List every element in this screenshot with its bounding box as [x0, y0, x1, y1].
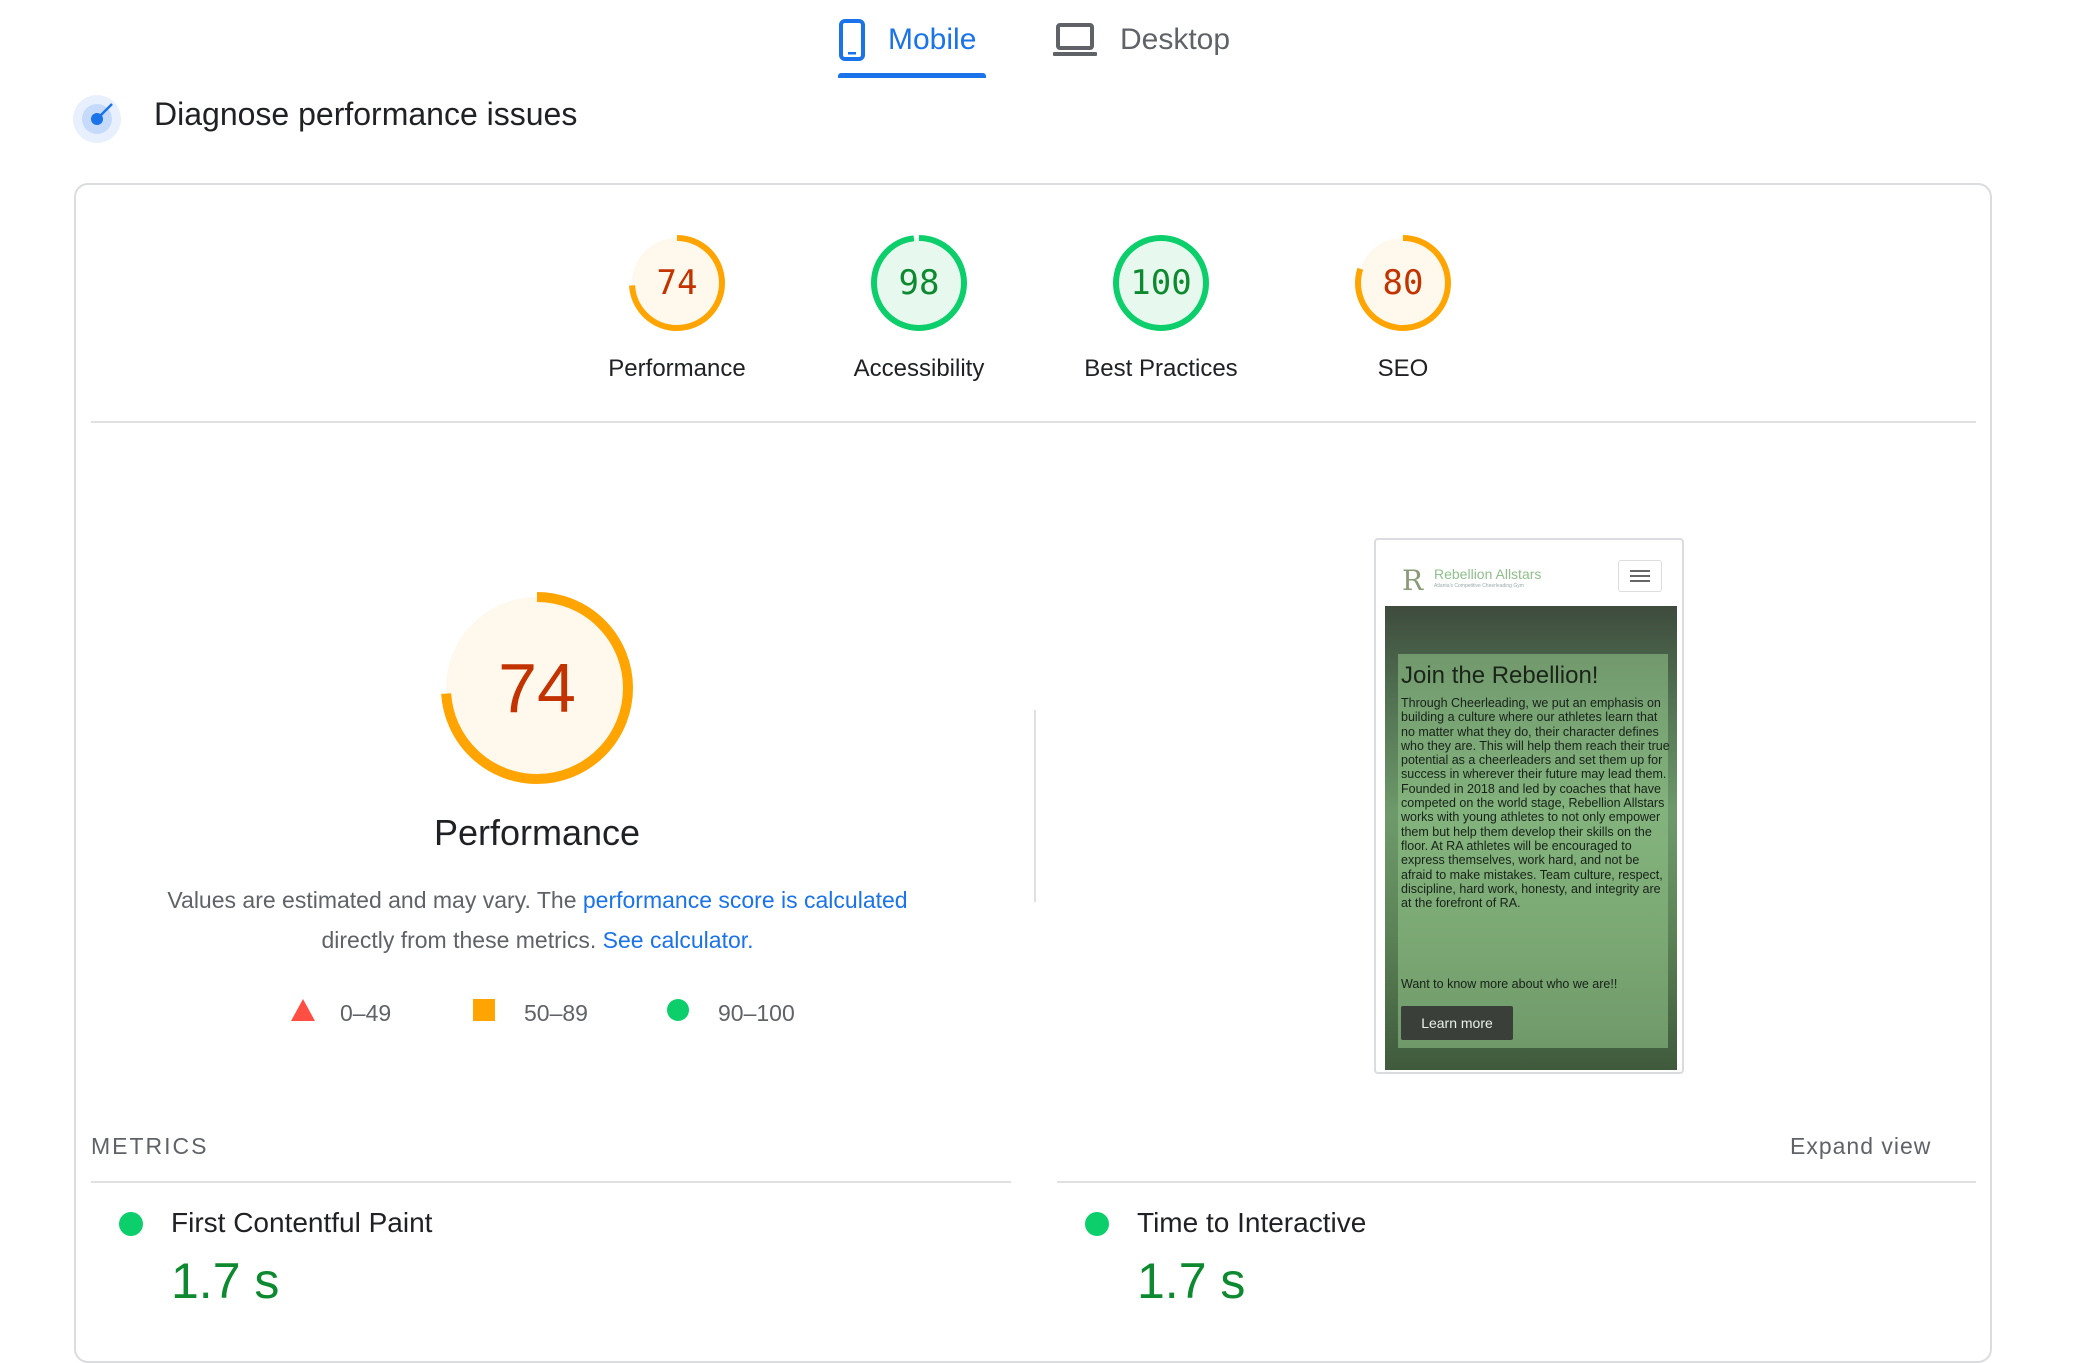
gauge-label-accessibility: Accessibility — [853, 355, 985, 382]
vertical-divider — [1034, 710, 1036, 902]
metric-value: 1.7 s — [1137, 1253, 1246, 1309]
gauge-score: 74 — [656, 263, 698, 303]
site-logo: R — [1402, 564, 1424, 597]
hero-body: Through Cheerleading, we put an emphasis… — [1401, 696, 1670, 911]
metric-value: 1.7 s — [171, 1253, 280, 1309]
site-brand-sub: Atlanta's Competitive Cheerleading Gym — [1434, 583, 1524, 589]
expand-view-toggle[interactable]: Expand view — [1790, 1133, 1931, 1160]
learn-more-button: Learn more — [1401, 1006, 1513, 1040]
divider — [91, 1181, 1011, 1183]
gauge-score: 98 — [898, 263, 940, 303]
gauge-best-practices[interactable]: 100 — [1111, 233, 1211, 333]
metrics-heading: METRICS — [91, 1133, 209, 1159]
laptop-icon — [1052, 22, 1098, 58]
active-tab-indicator — [838, 73, 986, 78]
circle-icon — [666, 998, 690, 1028]
performance-description: Values are estimated and may vary. The p… — [120, 880, 955, 960]
legend-range: 90–100 — [718, 999, 795, 1026]
gauge-label-performance: Performance — [608, 355, 746, 382]
gauge-score: 80 — [1382, 263, 1424, 303]
hero-heading: Join the Rebellion! — [1401, 662, 1599, 689]
legend-average: 50–89 — [472, 998, 588, 1028]
gauge-label-best-practices: Best Practices — [1084, 355, 1238, 382]
desc-text: directly from these metrics. — [321, 927, 603, 953]
square-icon — [472, 998, 496, 1028]
diagnose-icon — [72, 94, 122, 144]
tab-desktop[interactable]: Desktop — [1052, 0, 1230, 80]
triangle-icon — [290, 998, 316, 1028]
score-calculated-link[interactable]: performance score is calculated — [583, 887, 908, 913]
pass-circle-icon — [119, 1212, 143, 1236]
divider — [1057, 1181, 1976, 1183]
gauge-seo[interactable]: 80 — [1353, 233, 1453, 333]
gauge-performance[interactable]: 74 — [627, 233, 727, 333]
pass-circle-icon — [1085, 1212, 1109, 1236]
legend-range: 0–49 — [340, 999, 392, 1026]
page-screenshot-thumbnail[interactable]: R Rebellion Allstars Atlanta's Competiti… — [1374, 538, 1684, 1074]
gauge-score: 100 — [1130, 263, 1192, 303]
see-calculator-link[interactable]: See calculator. — [603, 927, 754, 953]
tab-mobile[interactable]: Mobile — [838, 0, 976, 80]
metric-name: Time to Interactive — [1137, 1207, 1367, 1238]
phone-icon — [838, 18, 866, 62]
divider — [91, 421, 1976, 423]
desc-text: Values are estimated and may vary. The — [167, 887, 583, 913]
performance-title: Performance — [433, 812, 641, 853]
performance-gauge-large: 74 — [437, 588, 637, 788]
legend-range: 50–89 — [524, 999, 588, 1026]
hero-question: Want to know more about who we are!! — [1401, 977, 1618, 991]
tab-mobile-label: Mobile — [888, 23, 977, 56]
section-title: Diagnose performance issues — [154, 96, 578, 132]
metric-name: First Contentful Paint — [171, 1207, 433, 1238]
legend-pass: 90–100 — [666, 998, 795, 1028]
hamburger-menu-icon — [1618, 560, 1662, 592]
legend-fail: 0–49 — [290, 998, 391, 1028]
performance-score: 74 — [498, 649, 576, 727]
gauge-accessibility[interactable]: 98 — [869, 233, 969, 333]
gauge-label-seo: SEO — [1377, 355, 1429, 382]
tab-desktop-label: Desktop — [1120, 23, 1231, 56]
site-brand: Rebellion Allstars — [1434, 566, 1542, 582]
hero-section: Join the Rebellion! Through Cheerleading… — [1385, 606, 1677, 1070]
